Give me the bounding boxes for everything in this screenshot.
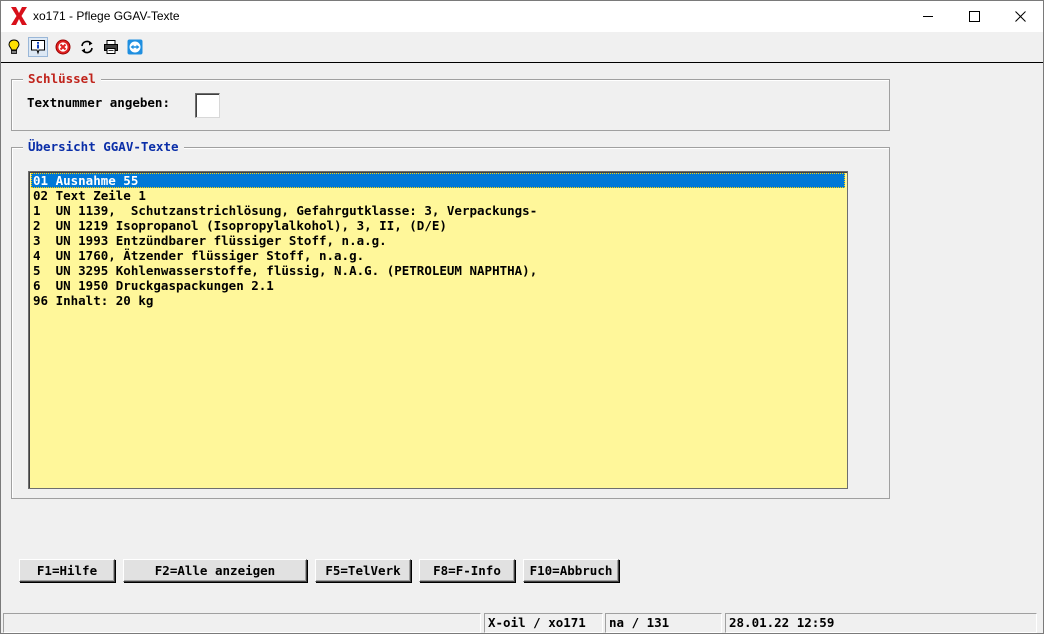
list-item[interactable]: 01 Ausnahme 55 [31, 173, 845, 188]
maximize-button[interactable] [951, 1, 997, 32]
schluessel-group: Schlüssel Textnummer angeben: [11, 71, 890, 131]
remote-support-button[interactable] [125, 37, 145, 57]
show-all-button[interactable]: F2=Alle anzeigen [123, 559, 307, 582]
list-item[interactable]: 4 UN 1760, Ätzender flüssiger Stoff, n.a… [31, 248, 845, 263]
uebersicht-group: Übersicht GGAV-Texte 01 Ausnahme 55 02 Te… [11, 139, 890, 499]
uebersicht-legend: Übersicht GGAV-Texte [23, 139, 184, 155]
title-bar: xo171 - Pflege GGAV-Texte [1, 1, 1043, 32]
close-icon [1014, 11, 1026, 22]
maximize-icon [968, 11, 980, 22]
f-info-button[interactable]: F8=F-Info [419, 559, 515, 582]
info-button[interactable] [28, 37, 48, 57]
ggav-text-list[interactable]: 01 Ausnahme 55 02 Text Zeile 11 UN 1139, … [28, 171, 848, 489]
cancel-icon [55, 39, 71, 55]
hint-button[interactable] [4, 37, 24, 57]
toolbar [1, 32, 1043, 63]
list-item[interactable]: 5 UN 3295 Kohlenwasserstoffe, flüssig, N… [31, 263, 845, 278]
list-item[interactable]: 3 UN 1993 Entzündbarer flüssiger Stoff, … [31, 233, 845, 248]
refresh-button[interactable] [77, 37, 97, 57]
help-button[interactable]: F1=Hilfe [19, 559, 115, 582]
lightbulb-icon [8, 39, 20, 54]
info-icon [31, 40, 45, 55]
close-button[interactable] [997, 1, 1043, 32]
window-title: xo171 - Pflege GGAV-Texte [33, 9, 180, 23]
minimize-icon [922, 16, 933, 17]
minimize-button[interactable] [905, 1, 951, 32]
status-message [3, 613, 481, 633]
textnummer-input[interactable] [195, 93, 220, 118]
list-item[interactable]: 6 UN 1950 Druckgaspackungen 2.1 [31, 278, 845, 293]
textnummer-label: Textnummer angeben: [27, 95, 170, 110]
list-item[interactable]: 1 UN 1139, Schutzanstrichlösung, Gefahrg… [31, 203, 845, 218]
teamviewer-icon [127, 39, 143, 55]
list-item[interactable]: 96 Inhalt: 20 kg [31, 293, 845, 308]
list-item[interactable]: 2 UN 1219 Isopropanol (Isopropylalkohol)… [31, 218, 845, 233]
app-logo-icon [11, 7, 27, 25]
print-button[interactable] [101, 37, 121, 57]
refresh-icon [81, 40, 93, 54]
status-bar: X-oil / xo171 na / 131 28.01.22 12:59 [1, 612, 1043, 634]
status-datetime: 28.01.22 12:59 [725, 613, 1037, 633]
cancel-button[interactable] [53, 37, 73, 57]
status-user: na / 131 [605, 613, 722, 633]
abort-button[interactable]: F10=Abbruch [523, 559, 619, 582]
printer-icon [104, 40, 118, 54]
status-program: X-oil / xo171 [484, 613, 603, 633]
telverk-button[interactable]: F5=TelVerk [315, 559, 411, 582]
application-window: xo171 - Pflege GGAV-Texte Schlüssel Text… [0, 0, 1044, 634]
schluessel-legend: Schlüssel [23, 71, 101, 87]
list-item[interactable]: 02 Text Zeile 1 [31, 188, 845, 203]
